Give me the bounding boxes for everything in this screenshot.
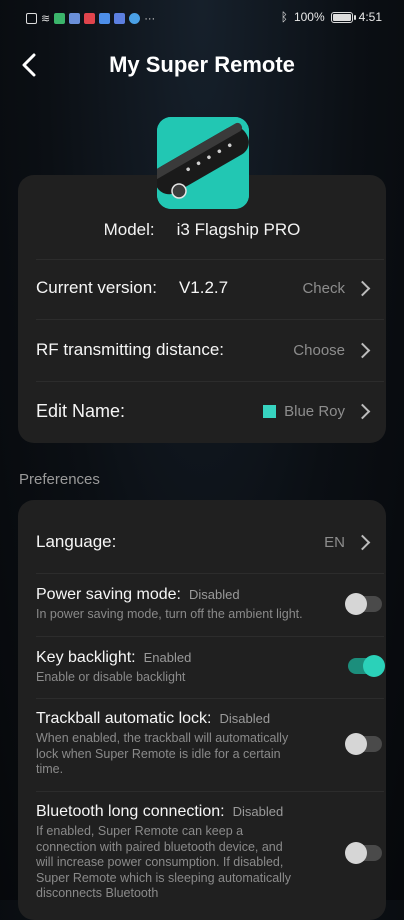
location-icon (129, 13, 141, 24)
name-color-swatch (263, 405, 277, 418)
device-name-value: Blue Roy (284, 403, 345, 420)
key-backlight-title: Key backlight: (36, 649, 136, 666)
chevron-right-icon (354, 534, 371, 550)
app-notification-icon (84, 13, 96, 24)
chevron-right-icon (354, 403, 371, 420)
version-value: V1.2.7 (178, 278, 229, 297)
device-image (157, 117, 249, 209)
edit-name-label: Edit Name: (36, 401, 126, 421)
model-label: Model: (103, 220, 155, 239)
key-backlight-toggle[interactable] (348, 655, 385, 677)
toggle-knob (363, 655, 385, 677)
clock: 4:51 (358, 10, 382, 24)
toggle-knob (345, 842, 367, 864)
power-saving-state: Disabled (188, 587, 240, 602)
battery-icon (330, 11, 356, 23)
current-version-row: Current version: V1.2.7 Check (36, 278, 371, 298)
notification-icons: ≋ ··· (26, 12, 155, 25)
app-notification-icon (69, 13, 81, 24)
edit-name-row[interactable]: Edit Name: Blue Roy (36, 401, 371, 422)
bluetooth-long-connection-state: Disabled (232, 804, 284, 819)
version-label: Current version: (36, 278, 157, 297)
page-title: My Super Remote (109, 52, 295, 77)
divider (36, 381, 384, 382)
power-saving-desc: In power saving mode, turn off the ambie… (36, 607, 303, 621)
key-backlight-desc: Enable or disable backlight (36, 670, 186, 684)
app-notification-icon (99, 13, 111, 24)
divider (36, 698, 384, 699)
rf-distance-row[interactable]: RF transmitting distance: Choose (36, 340, 371, 360)
chevron-right-icon (354, 342, 371, 358)
bluetooth-icon: ᛒ (280, 10, 288, 24)
toggle-knob (345, 733, 367, 755)
bluetooth-long-connection-desc: If enabled, Super Remote can keep a conn… (36, 824, 291, 900)
app-notification-icon (54, 13, 66, 24)
model-row: Model: i3 Flagship PRO (0, 220, 404, 240)
chevron-right-icon (354, 280, 371, 296)
app-notification-icon (114, 13, 126, 24)
check-label: Check (302, 279, 345, 297)
key-backlight-state: Enabled (143, 650, 192, 665)
power-saving-toggle[interactable] (345, 593, 382, 615)
rf-label: RF transmitting distance: (36, 340, 225, 359)
bluetooth-long-connection-title: Bluetooth long connection: (36, 803, 225, 820)
remote-icon (157, 117, 249, 209)
language-value: EN (324, 533, 345, 551)
trackball-lock-row: Trackball automatic lock: Disabled When … (36, 710, 384, 778)
language-select[interactable]: EN (324, 533, 371, 551)
choose-rf-button[interactable]: Choose (293, 341, 371, 359)
edit-name-button[interactable]: Blue Roy (263, 403, 371, 420)
trackball-lock-toggle[interactable] (345, 733, 382, 755)
trackball-lock-desc: When enabled, the trackball will automat… (36, 731, 289, 776)
divider (36, 636, 384, 637)
trackball-lock-state: Disabled (219, 711, 271, 726)
status-right: ᛒ 100% 4:51 (281, 10, 382, 24)
choose-label: Choose (293, 341, 345, 359)
more-notifications-icon: ··· (144, 12, 156, 25)
divider (36, 791, 384, 792)
divider (36, 319, 384, 320)
power-saving-title: Power saving mode: (36, 586, 181, 603)
preferences-section-title: Preferences (19, 471, 100, 488)
power-saving-row: Power saving mode: Disabled In power sav… (36, 586, 384, 623)
divider (36, 573, 384, 574)
bluetooth-long-connection-row: Bluetooth long connection: Disabled If e… (36, 803, 384, 902)
sim-icon (26, 13, 37, 24)
trackball-lock-title: Trackball automatic lock: (36, 710, 212, 727)
check-update-button[interactable]: Check (302, 279, 371, 297)
wifi-icon: ≋ (41, 13, 51, 25)
key-backlight-row: Key backlight: Enabled Enable or disable… (36, 649, 384, 686)
toggle-knob (345, 593, 367, 615)
divider (36, 259, 384, 260)
battery-percent: 100% (293, 10, 325, 24)
language-label: Language: (36, 532, 117, 551)
bluetooth-long-connection-toggle[interactable] (345, 842, 382, 864)
status-bar: ≋ ··· ᛒ 100% 4:51 (0, 0, 404, 34)
model-value: i3 Flagship PRO (176, 220, 301, 239)
language-row[interactable]: Language: EN (36, 532, 371, 552)
